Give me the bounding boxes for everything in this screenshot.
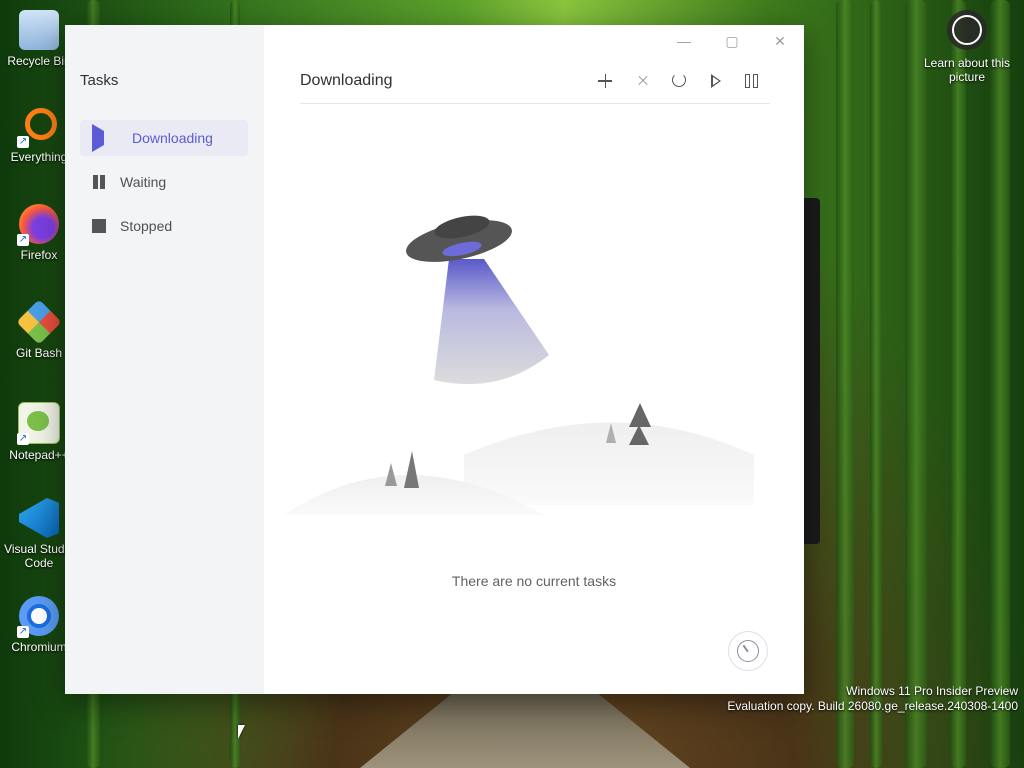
speedometer-icon <box>737 640 759 662</box>
sidebar-item-waiting[interactable]: Waiting <box>80 164 248 200</box>
watermark-line: Evaluation copy. Build 26080.ge_release.… <box>727 699 1018 713</box>
vscode-icon <box>19 498 59 538</box>
mouse-cursor-icon <box>238 725 245 739</box>
sidebar-item-downloading[interactable]: Downloading <box>80 120 248 156</box>
windows-watermark: Windows 11 Pro Insider Preview Evaluatio… <box>727 684 1018 714</box>
sidebar-item-stopped[interactable]: Stopped <box>80 208 248 244</box>
pause-icon <box>92 175 106 189</box>
sidebar-item-label: Downloading <box>132 130 213 146</box>
resume-icon[interactable] <box>704 69 728 93</box>
app-window: Tasks Downloading Waiting Stopped — ▢ ✕ … <box>65 25 804 694</box>
refresh-icon[interactable] <box>668 69 692 93</box>
learn-about-label: Learn about this picture <box>923 56 1011 84</box>
sidebar-item-label: Waiting <box>120 174 167 190</box>
maximize-icon[interactable]: ▢ <box>720 33 744 50</box>
empty-illustration <box>284 215 754 515</box>
chromium-icon: ↗ <box>17 596 59 638</box>
delete-icon[interactable] <box>632 69 656 93</box>
add-icon[interactable] <box>594 69 618 93</box>
desktop-icon-label: Git Bash <box>15 346 63 360</box>
learn-about-picture[interactable]: Learn about this picture <box>922 10 1012 84</box>
recycle-bin-icon <box>19 10 59 50</box>
desktop-icon-label: Chromium <box>11 640 67 654</box>
tree-icon <box>404 451 419 488</box>
desktop-icon-label: Notepad++ <box>9 448 69 462</box>
ufo-beam <box>434 259 549 385</box>
desktop-icon-chromium[interactable]: ↗ Chromium <box>4 596 74 654</box>
git-bash-icon <box>16 299 62 345</box>
desktop-icon-firefox[interactable]: ↗ Firefox <box>4 204 74 262</box>
camera-icon <box>947 10 987 50</box>
play-icon <box>92 124 118 152</box>
pause-all-icon[interactable] <box>740 69 764 93</box>
sidebar-item-label: Stopped <box>120 218 173 234</box>
speedometer-button[interactable] <box>728 631 768 671</box>
stop-icon <box>92 219 106 233</box>
sidebar-title: Tasks <box>80 72 119 89</box>
desktop-icon-notepadpp[interactable]: ↗ Notepad++ <box>4 402 74 462</box>
page-title: Downloading <box>300 72 393 89</box>
close-icon[interactable]: ✕ <box>768 33 792 50</box>
desktop-icon-vscode[interactable]: Visual Studio Code <box>4 498 74 570</box>
desktop-icon-label: Visual Studio Code <box>4 542 74 570</box>
desktop-icon-recycle-bin[interactable]: Recycle Bin <box>4 10 74 68</box>
desktop-icon-everything[interactable]: ↗ Everything <box>4 106 74 164</box>
desktop-icon-label: Recycle Bin <box>7 54 71 68</box>
empty-state-message: There are no current tasks <box>451 573 617 589</box>
everything-icon: ↗ <box>17 106 59 148</box>
sidebar: Tasks Downloading Waiting Stopped <box>65 25 264 694</box>
desktop-icon-label: Everything <box>10 150 68 164</box>
notepadpp-icon: ↗ <box>17 402 60 445</box>
desktop-icon-git-bash[interactable]: Git Bash <box>4 299 74 360</box>
main-panel: — ▢ ✕ Downloading There are no current t… <box>264 25 804 694</box>
background-window-edge <box>804 198 820 544</box>
firefox-icon: ↗ <box>17 204 59 246</box>
minimize-icon[interactable]: — <box>672 33 696 49</box>
desktop-icon-label: Firefox <box>20 248 58 262</box>
header-divider <box>300 103 770 104</box>
watermark-line: Windows 11 Pro Insider Preview <box>846 684 1018 698</box>
